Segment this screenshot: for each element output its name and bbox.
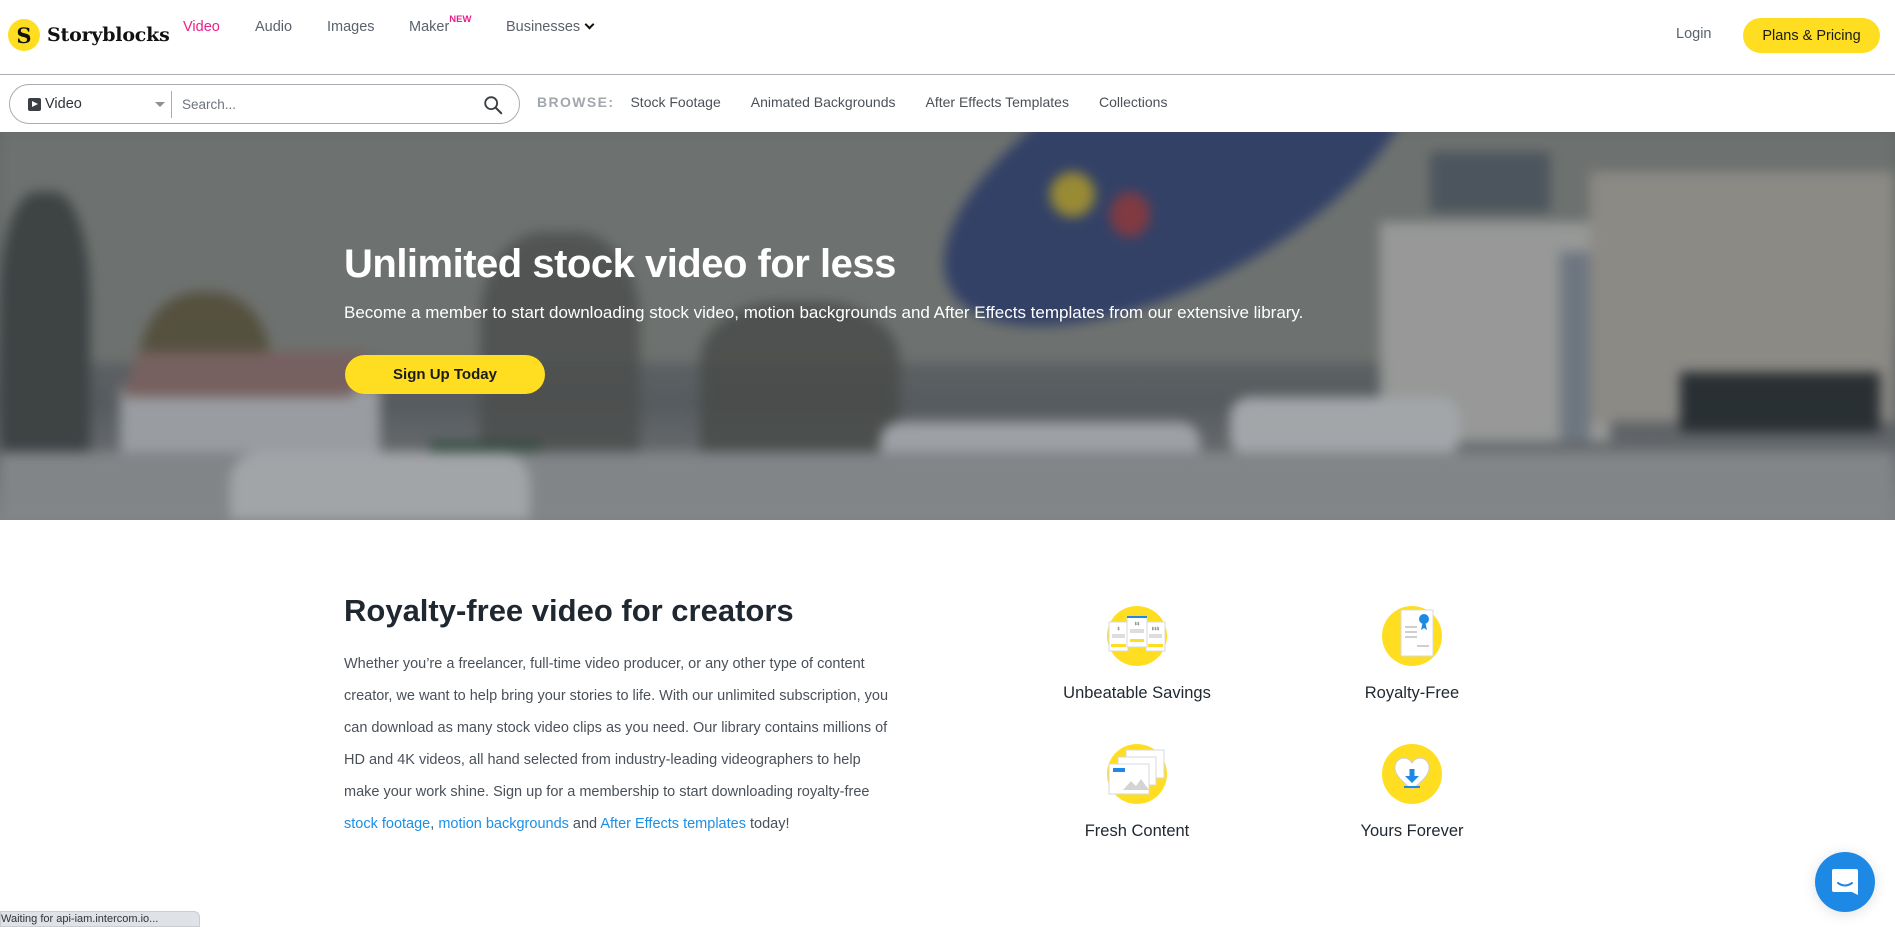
nav-businesses[interactable]: Businesses	[506, 19, 595, 35]
search-browse-bar: Video BROWSE: Stock Footage Animated Bac…	[0, 76, 1895, 132]
feature-unbeatable-savings: $ $$ $$$ Unbeatable Savings	[1037, 605, 1237, 703]
browse-after-effects-templates[interactable]: After Effects Templates	[926, 94, 1069, 110]
search-icon[interactable]	[482, 94, 504, 116]
feature-fresh-content: Fresh Content	[1037, 743, 1237, 841]
hero-title: Unlimited stock video for less	[344, 242, 896, 286]
logo-text: Storyblocks	[47, 24, 170, 46]
login-link[interactable]: Login	[1676, 26, 1711, 42]
search-input[interactable]	[182, 89, 472, 119]
feature-yours-forever: Yours Forever	[1312, 743, 1512, 841]
new-badge: NEW	[449, 14, 472, 25]
price-tiers-icon: $ $$ $$$	[1107, 606, 1167, 666]
browse-stock-footage[interactable]: Stock Footage	[630, 94, 720, 110]
chat-icon	[1832, 869, 1858, 895]
feature-label: Yours Forever	[1360, 822, 1464, 840]
search-box: Video	[9, 84, 520, 124]
svg-text:$$$: $$$	[1152, 626, 1160, 631]
body-text: Whether you’re a freelancer, full-time v…	[344, 656, 889, 800]
plans-pricing-button[interactable]: Plans & Pricing	[1743, 18, 1880, 53]
section-body: Whether you’re a freelancer, full-time v…	[344, 648, 894, 840]
play-icon	[28, 97, 41, 111]
svg-text:$$: $$	[1134, 621, 1140, 626]
nav-businesses-label: Businesses	[506, 19, 581, 35]
chevron-down-icon	[584, 19, 595, 30]
nav-maker[interactable]: Maker NEW	[409, 14, 471, 35]
hero-subtitle: Become a member to start downloading sto…	[344, 303, 1304, 322]
top-header: S Storyblocks Video Audio Images Maker NE…	[0, 0, 1895, 75]
caret-down-icon	[155, 102, 165, 107]
nav-maker-label: Maker	[409, 19, 450, 35]
link-motion-backgrounds[interactable]: motion backgrounds	[438, 816, 569, 832]
feature-label: Unbeatable Savings	[1063, 684, 1211, 702]
section-title: Royalty-free video for creators	[344, 593, 794, 628]
logo-mark-icon: S	[8, 19, 40, 51]
feature-royalty-free: Royalty-Free	[1312, 605, 1512, 703]
browse-label: BROWSE:	[537, 94, 615, 110]
body-ending: today!	[745, 816, 790, 832]
body-sep: and	[568, 816, 601, 832]
sign-up-button[interactable]: Sign Up Today	[345, 355, 545, 394]
browse-collections[interactable]: Collections	[1099, 94, 1167, 110]
new-media-icon	[1107, 744, 1167, 804]
feature-label: Royalty-Free	[1364, 684, 1460, 702]
hero-banner: Unlimited stock video for less Become a …	[0, 132, 1895, 520]
intercom-chat-button[interactable]	[1815, 852, 1875, 912]
search-divider	[171, 91, 172, 118]
media-type-value: Video	[45, 96, 82, 112]
link-after-effects-templates[interactable]: After Effects templates	[600, 816, 746, 832]
feature-label: Fresh Content	[1084, 822, 1190, 840]
nav-audio[interactable]: Audio	[255, 19, 292, 35]
svg-text:$: $	[1117, 626, 1120, 631]
nav-video[interactable]: Video	[183, 19, 220, 35]
storyblocks-logo[interactable]: S Storyblocks	[8, 19, 170, 51]
heart-download-icon	[1382, 744, 1442, 804]
certificate-icon	[1382, 606, 1442, 666]
link-stock-footage[interactable]: stock footage	[344, 816, 430, 832]
browse-animated-backgrounds[interactable]: Animated Backgrounds	[751, 94, 896, 110]
browse-links: BROWSE: Stock Footage Animated Backgroun…	[537, 94, 1197, 110]
nav-images[interactable]: Images	[327, 19, 375, 35]
hero-overlay	[0, 132, 1895, 520]
media-type-dropdown[interactable]: Video	[28, 85, 170, 123]
browser-status-bar: Waiting for api-iam.intercom.io...	[0, 911, 200, 927]
